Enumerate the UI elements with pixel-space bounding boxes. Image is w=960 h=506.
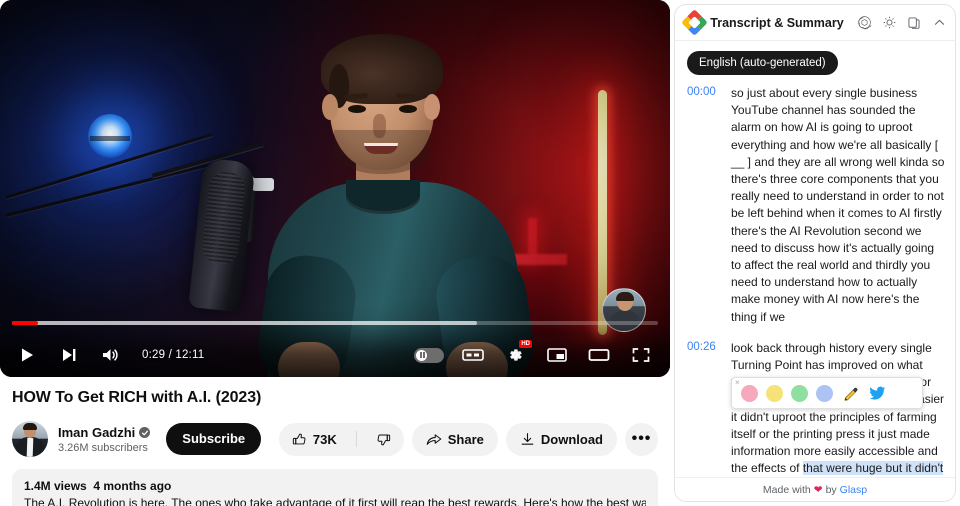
player-control-row: 0:29 / 12:11 HD — [0, 333, 670, 377]
progress-bar[interactable] — [12, 321, 658, 325]
view-count: 1.4M views — [24, 479, 87, 493]
owner-row: Iman Gadzhi 3.26M subscribers Subscribe — [12, 421, 658, 457]
hd-quality-badge: HD — [519, 340, 532, 348]
thumbs-down-icon — [377, 434, 390, 445]
next-video-button[interactable] — [50, 336, 88, 374]
panel-header: Transcript & Summary — [675, 5, 955, 41]
video-meta: HOW To Get RICH with A.I. (2023) Iman Ga… — [0, 377, 670, 457]
publish-date: 4 months ago — [93, 479, 172, 493]
fullscreen-button[interactable] — [622, 336, 660, 374]
subscribe-button[interactable]: Subscribe — [166, 423, 262, 455]
panel-title: Transcript & Summary — [710, 15, 844, 30]
chevron-up-icon[interactable] — [931, 15, 947, 31]
twitter-share-icon[interactable] — [868, 384, 887, 403]
captions-button[interactable] — [454, 336, 492, 374]
panel-header-icons — [856, 15, 947, 31]
like-count: 73K — [312, 431, 337, 447]
watermark-hair — [616, 292, 634, 301]
volume-button[interactable] — [92, 336, 130, 374]
player-controls-right: HD — [414, 336, 670, 374]
channel-name-row[interactable]: Iman Gadzhi — [58, 424, 151, 441]
transcript-timestamp[interactable]: 00:26 — [687, 340, 721, 477]
transcript-list[interactable]: 00:00 so just about every single busines… — [675, 81, 955, 477]
owner-info: Iman Gadzhi 3.26M subscribers — [58, 424, 151, 454]
download-icon — [521, 432, 534, 445]
language-chip[interactable]: English (auto-generated) — [687, 51, 838, 75]
miniplayer-button[interactable] — [538, 336, 576, 374]
progress-played — [12, 321, 39, 325]
close-icon[interactable]: × — [735, 379, 740, 387]
glasp-brand-link[interactable]: Glasp — [840, 484, 867, 496]
transcript-segment: 00:00 so just about every single busines… — [687, 85, 945, 326]
player-controls: 0:29 / 12:11 HD — [0, 321, 670, 377]
channel-name: Iman Gadzhi — [58, 424, 136, 440]
language-row: English (auto-generated) — [675, 41, 955, 81]
glasp-logo-icon[interactable] — [681, 9, 708, 36]
highlight-color-yellow[interactable] — [766, 384, 783, 402]
player-controls-left: 0:29 / 12:11 — [0, 336, 204, 374]
video-actions: 73K Share Download ••• — [278, 422, 658, 456]
transcript-timestamp[interactable]: 00:00 — [687, 85, 721, 326]
description-text: The A.I. Revolution is here. The ones wh… — [24, 496, 646, 506]
time-display: 0:29 / 12:11 — [142, 349, 205, 361]
highlight-color-pink[interactable] — [741, 384, 758, 402]
video-description-box[interactable]: 1.4M views 4 months ago The A.I. Revolut… — [12, 469, 658, 506]
autoplay-toggle[interactable] — [414, 347, 444, 363]
dislike-button[interactable] — [363, 423, 404, 456]
channel-avatar[interactable] — [12, 421, 48, 457]
highlight-toolbar[interactable]: × — [731, 377, 923, 409]
share-button[interactable]: Share — [411, 422, 498, 456]
gear-icon[interactable] — [881, 15, 897, 31]
watch-column: 0:29 / 12:11 HD HOW To Get RICH with A.I… — [0, 0, 670, 506]
more-actions-button[interactable]: ••• — [625, 422, 658, 456]
heart-icon: ❤ — [813, 483, 823, 496]
avatar-hair — [23, 423, 37, 430]
video-player[interactable]: 0:29 / 12:11 HD — [0, 0, 670, 377]
highlight-color-blue[interactable] — [816, 384, 833, 402]
progress-buffered — [12, 321, 478, 325]
pen-highlight-icon[interactable] — [841, 384, 860, 403]
transcript-text[interactable]: so just about every single business YouT… — [731, 85, 945, 326]
theater-mode-button[interactable] — [580, 336, 618, 374]
like-button[interactable]: 73K — [279, 423, 350, 456]
avatar-shirt — [26, 437, 34, 457]
play-button[interactable] — [8, 336, 46, 374]
download-label: Download — [540, 431, 603, 447]
openai-icon[interactable] — [856, 15, 872, 31]
copy-icon[interactable] — [906, 15, 922, 31]
footer-by: by — [825, 483, 837, 496]
footer-prefix: Made with — [762, 483, 811, 496]
action-divider — [355, 431, 357, 447]
verified-badge-icon — [139, 427, 151, 438]
settings-button[interactable]: HD — [496, 336, 534, 374]
highlight-color-green[interactable] — [791, 384, 808, 402]
panel-footer: Made with ❤ by Glasp — [675, 477, 955, 501]
share-label: Share — [447, 431, 484, 447]
youtube-watch-page: 0:29 / 12:11 HD HOW To Get RICH with A.I… — [0, 0, 960, 506]
transcript-summary-panel: Transcript & Summary English (auto-gener… — [674, 4, 956, 502]
description-stats: 1.4M views 4 months ago — [24, 479, 646, 493]
subscriber-count: 3.26M subscribers — [58, 441, 148, 454]
share-arrow-icon — [426, 433, 442, 445]
video-title: HOW To Get RICH with A.I. (2023) — [12, 389, 262, 406]
like-dislike-group: 73K — [278, 422, 404, 456]
download-button[interactable]: Download — [505, 422, 617, 456]
thumbs-up-icon — [292, 433, 306, 444]
